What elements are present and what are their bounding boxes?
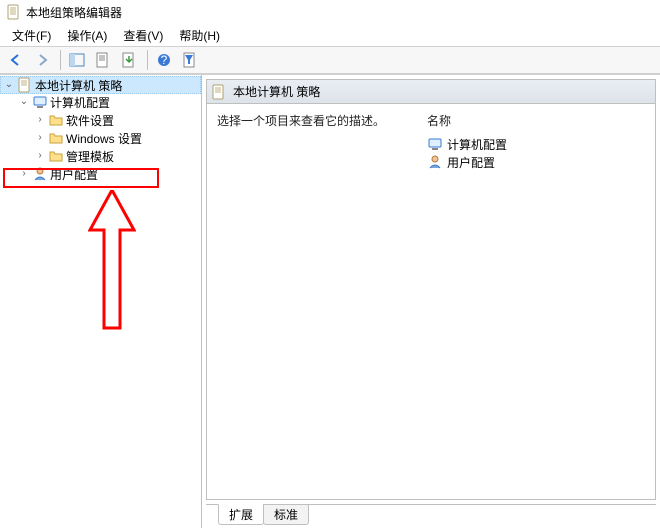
menu-help[interactable]: 帮助(H) [171,25,228,46]
policy-icon [17,77,33,93]
folder-icon [48,130,64,146]
tree-user-cfg: › 用户配置 [16,165,201,183]
tree-admin-templates-label: 管理模板 [66,148,114,165]
window-title: 本地组策略编辑器 [26,4,122,21]
expand-icon[interactable]: › [32,151,48,161]
tree-root: ⌄ 本地计算机 策略 ⌄ [0,76,201,183]
tree-software-settings-row[interactable]: › 软件设置 [32,111,201,129]
expand-icon[interactable]: ⌄ [1,80,17,90]
export-list-button[interactable] [117,48,141,72]
computer-icon [427,136,443,152]
folder-icon [48,112,64,128]
right-pane: 本地计算机 策略 选择一个项目来查看它的描述。 名称 计算机配置 [202,75,660,528]
annotation-arrow-icon [88,190,136,330]
tree-computer-cfg-label: 计算机配置 [50,94,110,111]
column-header-name[interactable]: 名称 [427,112,645,129]
menu-view[interactable]: 查看(V) [115,25,171,46]
tree-admin-templates-row[interactable]: › 管理模板 [32,147,201,165]
menu-action[interactable]: 操作(A) [59,25,115,46]
forward-button[interactable] [30,48,54,72]
tabstrip: 扩展 标准 [206,504,656,526]
tab-extended[interactable]: 扩展 [218,504,264,525]
back-button[interactable] [4,48,28,72]
computer-icon [32,94,48,110]
tree-root-label: 本地计算机 策略 [35,77,122,94]
user-icon [32,166,48,182]
properties-button[interactable] [91,48,115,72]
tree: ⌄ 本地计算机 策略 ⌄ [0,75,201,185]
tab-standard[interactable]: 标准 [263,504,309,525]
toolbar: ? [0,46,660,74]
tree-software-settings-label: 软件设置 [66,112,114,129]
tree-user-cfg-label: 用户配置 [50,166,98,183]
detail-header: 本地计算机 策略 [207,80,655,104]
body: ⌄ 本地计算机 策略 ⌄ [0,74,660,528]
list-item-computer-cfg[interactable]: 计算机配置 [427,135,645,153]
tree-windows-settings-label: Windows 设置 [66,130,142,147]
menu-file[interactable]: 文件(F) [4,25,59,46]
policy-icon [211,84,227,100]
toolbar-sep-2 [147,50,148,70]
user-icon [427,154,443,170]
detail-list: 名称 计算机配置 用户配置 [427,112,645,171]
menubar: 文件(F) 操作(A) 查看(V) 帮助(H) [0,24,660,46]
tree-computer-cfg-row[interactable]: ⌄ 计算机配置 [16,93,201,111]
filter-button[interactable] [178,48,202,72]
tree-user-cfg-row[interactable]: › 用户配置 [16,165,201,183]
expand-icon[interactable]: › [32,133,48,143]
titlebar: 本地组策略编辑器 [0,0,660,24]
expand-icon[interactable]: › [32,115,48,125]
list-item-label: 计算机配置 [447,136,507,153]
app-icon [6,4,22,20]
detail-panel: 本地计算机 策略 选择一个项目来查看它的描述。 名称 计算机配置 [206,79,656,500]
detail-body: 选择一个项目来查看它的描述。 名称 计算机配置 [207,104,655,179]
detail-hint: 选择一个项目来查看它的描述。 [217,112,427,129]
tree-computer-cfg: ⌄ 计算机配置 › [16,93,201,165]
svg-text:?: ? [161,53,168,67]
toolbar-sep-1 [60,50,61,70]
window: 本地组策略编辑器 文件(F) 操作(A) 查看(V) 帮助(H) ? [0,0,660,528]
tree-root-row[interactable]: ⌄ 本地计算机 策略 [0,76,201,94]
detail-header-title: 本地计算机 策略 [233,83,320,100]
folder-icon [48,148,64,164]
list-item-label: 用户配置 [447,154,495,171]
expand-icon[interactable]: ⌄ [16,97,32,107]
expand-icon[interactable]: › [16,169,32,179]
tree-windows-settings-row[interactable]: › Windows 设置 [32,129,201,147]
tree-pane: ⌄ 本地计算机 策略 ⌄ [0,75,202,528]
show-hide-tree-button[interactable] [65,48,89,72]
help-button[interactable]: ? [152,48,176,72]
list-item-user-cfg[interactable]: 用户配置 [427,153,645,171]
